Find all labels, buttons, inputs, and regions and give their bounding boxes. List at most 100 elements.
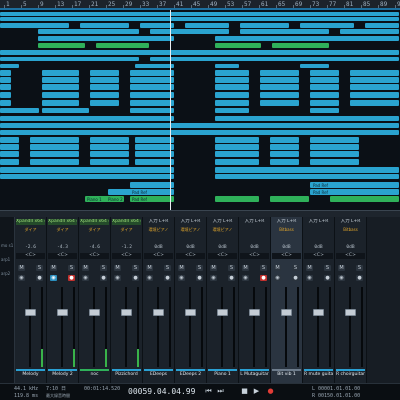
arrange-clip[interactable] <box>135 144 174 150</box>
arrange-clip[interactable] <box>130 70 174 76</box>
mute-button[interactable]: M <box>306 265 313 271</box>
arrange-clip[interactable] <box>215 100 249 106</box>
mute-button[interactable]: M <box>50 265 57 271</box>
pan-control[interactable]: <C> <box>176 253 205 259</box>
arrange-clip[interactable] <box>90 92 119 98</box>
volume-fader[interactable] <box>57 309 68 316</box>
solo-button[interactable]: S <box>196 265 203 271</box>
arrange-clip[interactable] <box>215 43 261 48</box>
channel-name[interactable]: noc <box>80 369 109 379</box>
arrange-clip[interactable] <box>260 92 299 98</box>
instrument-slot[interactable]: XpandII x64 4 <box>112 219 141 225</box>
arrange-clip[interactable] <box>215 116 399 121</box>
preset-label[interactable]: ダイア <box>16 227 45 232</box>
rewind-icon[interactable]: ⏮ <box>204 387 213 396</box>
stop-icon[interactable]: ■ <box>240 387 249 396</box>
record-arm-button[interactable]: ● <box>36 275 43 281</box>
arrange-clip[interactable] <box>38 36 174 41</box>
preset-label[interactable]: 環境ピアノ <box>208 227 237 232</box>
arrange-clip[interactable] <box>90 144 129 150</box>
arrange-clip[interactable] <box>330 196 399 202</box>
channel-strip[interactable]: 入力 L+R Bitbass <C> M S ● ◉ 0dB Bit vib 1 <box>271 217 303 383</box>
channel-name[interactable]: Piano 1 <box>208 369 237 379</box>
arrange-clip[interactable] <box>90 84 119 90</box>
input-selector[interactable]: 入力 L+R <box>176 219 205 225</box>
solo-button[interactable]: S <box>324 265 331 271</box>
pan-control[interactable]: <C> <box>336 253 365 259</box>
record-icon[interactable]: ● <box>266 387 275 396</box>
arrange-clip[interactable] <box>42 70 79 76</box>
arrange-clip[interactable] <box>350 77 399 83</box>
mute-button[interactable]: M <box>18 265 25 271</box>
mixer-nav-item[interactable]: arp1 <box>1 257 13 262</box>
channel-strip[interactable]: XpandII x64 4 ダイア <C> M S ● ◉ -2.6 Melody <box>15 217 47 383</box>
solo-button[interactable]: S <box>164 265 171 271</box>
arrange-clip[interactable] <box>90 100 119 106</box>
arrange-view[interactable]: Piano 1 Piano 2 Pad Ref Pad Ref Pad Ref Pad R… <box>0 10 400 210</box>
arrange-clip[interactable] <box>215 137 259 143</box>
arrange-clip[interactable] <box>310 159 359 165</box>
solo-button[interactable]: S <box>100 265 107 271</box>
arrange-clip[interactable] <box>310 77 339 83</box>
arrange-clip[interactable] <box>310 92 339 98</box>
arrange-clip[interactable] <box>270 196 309 202</box>
arrange-clip[interactable] <box>340 29 399 34</box>
arrange-clip[interactable] <box>0 116 174 121</box>
arrange-clip[interactable] <box>0 137 19 143</box>
volume-fader[interactable] <box>281 309 292 316</box>
arrange-clip[interactable] <box>0 77 11 83</box>
arrange-clip[interactable] <box>42 84 79 90</box>
arrange-clip[interactable] <box>270 144 299 150</box>
mute-button[interactable]: M <box>210 265 217 271</box>
arrange-clip[interactable] <box>215 108 249 113</box>
monitor-button[interactable]: ◉ <box>114 275 121 281</box>
channel-strip[interactable]: 入力 L+R Bitbass <C> M S ● ◉ 0dB R choirguitar <box>335 217 367 383</box>
arrange-clip[interactable] <box>215 36 399 41</box>
playhead-cursor[interactable] <box>170 10 171 210</box>
arrange-clip[interactable] <box>135 64 174 68</box>
arrange-clip[interactable] <box>215 159 259 165</box>
solo-button[interactable]: S <box>36 265 43 271</box>
record-arm-button[interactable]: ● <box>228 275 235 281</box>
monitor-button[interactable]: ◉ <box>274 275 281 281</box>
arrange-clip[interactable] <box>42 100 79 106</box>
arrange-clip[interactable] <box>80 23 129 28</box>
instrument-slot[interactable]: XpandII x64 4 <box>16 219 45 225</box>
channel-name[interactable]: EDeeps <box>144 369 173 379</box>
channel-name[interactable]: Pizzichord <box>112 369 141 379</box>
input-selector[interactable]: 入力 L+R <box>208 219 237 225</box>
volume-fader[interactable] <box>25 309 36 316</box>
arrange-clip[interactable] <box>0 151 19 157</box>
solo-button[interactable]: S <box>356 265 363 271</box>
arrange-clip[interactable] <box>0 70 11 76</box>
arrange-clip[interactable] <box>215 64 239 68</box>
pan-control[interactable]: <C> <box>240 253 269 259</box>
pan-control[interactable]: <C> <box>16 253 45 259</box>
channel-name[interactable]: R choirguitar <box>336 369 365 379</box>
arrange-clip[interactable] <box>350 84 399 90</box>
arrange-clip[interactable] <box>365 23 399 28</box>
arrange-clip[interactable] <box>0 12 399 16</box>
timeline-ruler[interactable]: 1 5 9 13 17 21 25 29 33 37 41 45 49 53 57 61 65 69 73 77 81 8… <box>0 0 400 10</box>
preset-label[interactable]: 環境ピアノ <box>176 227 205 232</box>
mute-button[interactable]: M <box>338 265 345 271</box>
mute-button[interactable]: M <box>82 265 89 271</box>
position-display[interactable]: 00059.04.04.99 <box>128 387 195 397</box>
volume-fader[interactable] <box>121 309 132 316</box>
arrange-clip[interactable] <box>260 84 299 90</box>
pan-control[interactable]: <C> <box>304 253 333 259</box>
arrange-clip[interactable] <box>0 144 19 150</box>
arrange-clip[interactable] <box>0 167 174 173</box>
record-arm-button[interactable]: ● <box>292 275 299 281</box>
solo-button[interactable]: S <box>228 265 235 271</box>
volume-fader[interactable] <box>89 309 100 316</box>
solo-button[interactable]: S <box>260 265 267 271</box>
arrange-clip[interactable] <box>240 23 289 28</box>
arrange-clip[interactable] <box>350 92 399 98</box>
arrange-clip[interactable] <box>300 64 329 68</box>
mute-button[interactable]: M <box>242 265 249 271</box>
solo-button[interactable]: S <box>292 265 299 271</box>
arrange-clip[interactable] <box>0 17 399 21</box>
volume-fader[interactable] <box>185 309 196 316</box>
arrange-clip[interactable] <box>185 23 229 28</box>
